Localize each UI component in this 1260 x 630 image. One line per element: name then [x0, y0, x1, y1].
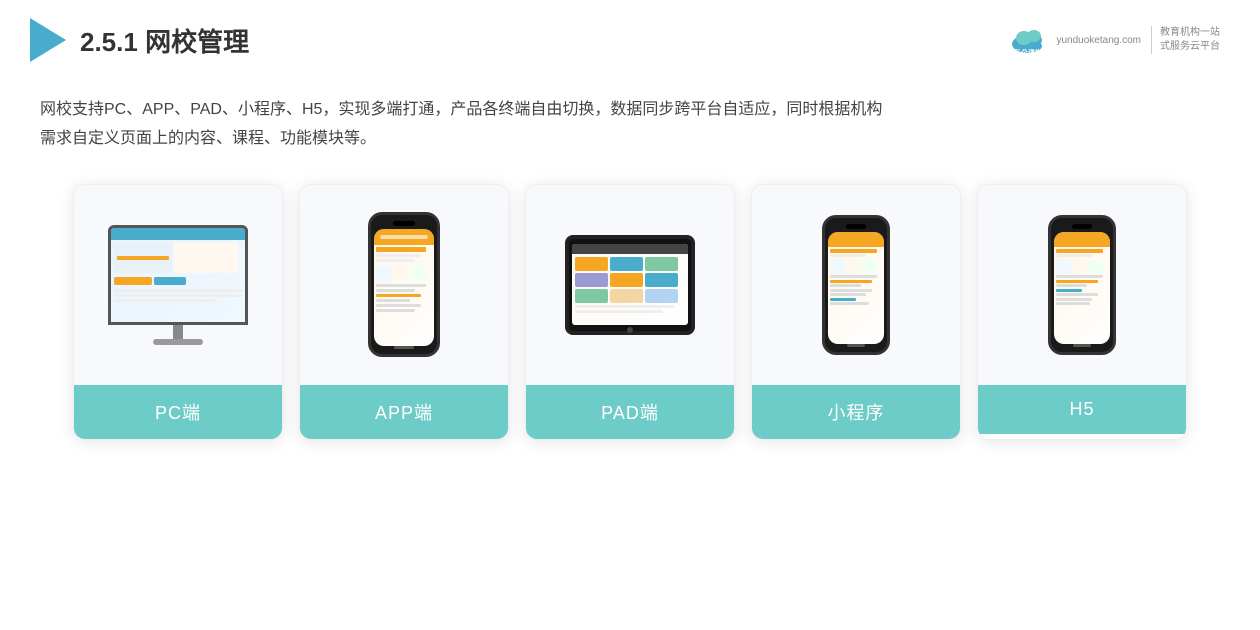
mini-phone-screen [828, 232, 884, 344]
card-pc: PC端 [73, 184, 283, 440]
pc-image-area [74, 185, 282, 385]
card-miniprogram: 小程序 [751, 184, 961, 440]
brand-logo: 云朵课堂 yunduoketang.com 教育机构一站 式服务云平台 [1006, 18, 1220, 62]
tablet-home-button [627, 327, 633, 333]
tablet-screen [572, 244, 688, 325]
card-app: APP端 [299, 184, 509, 440]
logo-triangle-icon [30, 18, 66, 62]
header-left: 2.5.1 网校管理 [30, 18, 249, 62]
mini-phone-home-button [847, 344, 865, 347]
page-wrapper: 2.5.1 网校管理 云朵课堂 yunduoketang.com 教育机构一站 [0, 0, 1260, 630]
pc-label: PC端 [74, 385, 282, 439]
miniprogram-image-area [752, 185, 960, 385]
mini-phone-notch [846, 224, 866, 229]
monitor-screen [111, 228, 245, 322]
tablet-outer [565, 235, 695, 335]
card-pad: PAD端 [525, 184, 735, 440]
app-device-mock [368, 212, 440, 357]
mini-phone-outer [822, 215, 890, 355]
brand-text: yunduoketang.com [1056, 35, 1141, 46]
miniprogram-label: 小程序 [752, 385, 960, 439]
monitor-stand [173, 325, 183, 339]
miniprogram-device-mock [822, 215, 890, 355]
h5-phone-notch [1072, 224, 1092, 229]
monitor [108, 225, 248, 325]
header: 2.5.1 网校管理 云朵课堂 yunduoketang.com 教育机构一站 [0, 0, 1260, 72]
device-cards: PC端 [0, 164, 1260, 470]
brand-icon: 云朵课堂 [1006, 18, 1050, 62]
pc-device-mock [108, 225, 248, 345]
pad-device-mock [565, 235, 695, 335]
description-text: 网校支持PC、APP、PAD、小程序、H5，实现多端打通，产品各终端自由切换，数… [0, 72, 1260, 164]
phone-home-button [394, 346, 414, 349]
card-h5: H5 [977, 184, 1187, 440]
h5-phone-outer [1048, 215, 1116, 355]
page-title: 2.5.1 网校管理 [80, 22, 249, 59]
phone-outer [368, 212, 440, 357]
h5-label: H5 [978, 385, 1186, 434]
h5-image-area [978, 185, 1186, 385]
svg-text:云朵课堂: 云朵课堂 [1014, 48, 1042, 57]
h5-phone-screen [1054, 232, 1110, 344]
phone-notch [393, 221, 415, 226]
monitor-base [153, 339, 203, 345]
pad-label: PAD端 [526, 385, 734, 439]
pad-image-area [526, 185, 734, 385]
app-image-area [300, 185, 508, 385]
h5-phone-home-button [1073, 344, 1091, 347]
app-label: APP端 [300, 385, 508, 439]
phone-screen [374, 229, 434, 346]
h5-device-mock [1048, 215, 1116, 355]
brand-tagline: 教育机构一站 式服务云平台 [1151, 26, 1220, 54]
